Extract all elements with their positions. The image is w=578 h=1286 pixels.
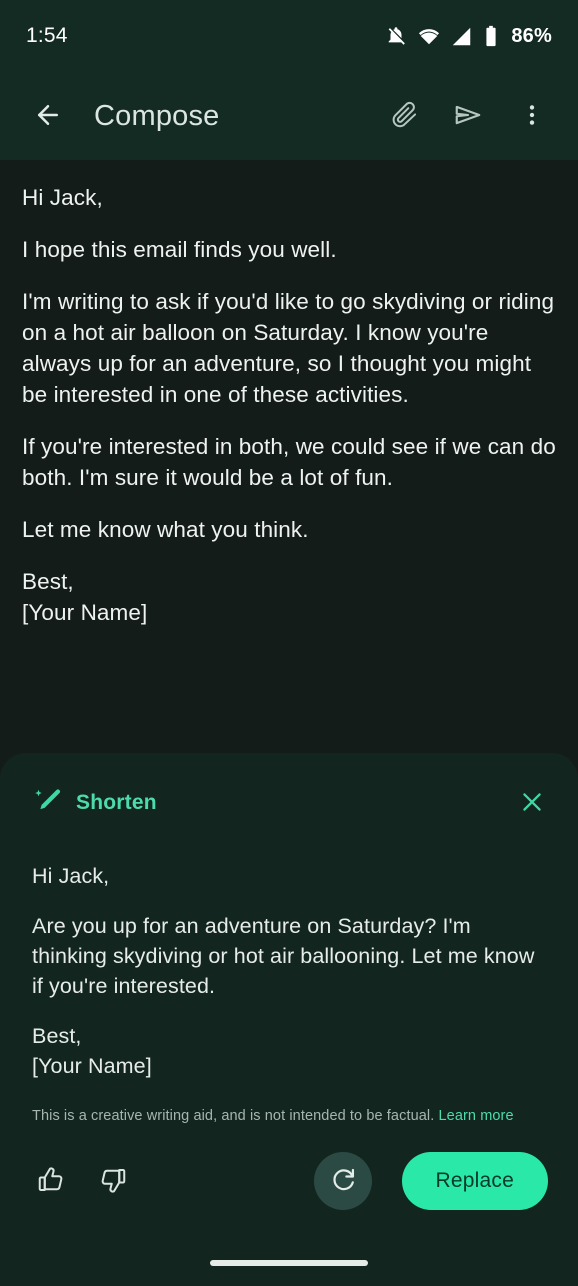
status-bar: 1:54 <box>0 0 578 72</box>
status-time: 1:54 <box>26 24 68 48</box>
suggestion-signature: [Your Name] <box>32 1051 546 1081</box>
email-paragraph: If you're interested in both, we could s… <box>22 431 556 493</box>
email-signoff: Best, <box>22 566 556 597</box>
replace-button[interactable]: Replace <box>402 1152 548 1210</box>
email-signature-block: Best, [Your Name] <box>22 566 556 628</box>
wifi-icon <box>418 25 440 47</box>
overflow-menu-icon <box>519 102 545 131</box>
disclaimer-text: This is a creative writing aid, and is n… <box>32 1108 438 1124</box>
app-bar-actions <box>380 92 556 140</box>
arrow-back-icon <box>33 100 63 133</box>
home-indicator[interactable] <box>210 1260 368 1266</box>
email-paragraph: Let me know what you think. <box>22 514 556 545</box>
suggestion-body: Are you up for an adventure on Saturday?… <box>32 911 546 1001</box>
compose-screen: 1:54 <box>0 0 578 1286</box>
refresh-icon <box>329 1166 357 1197</box>
back-button[interactable] <box>24 92 72 140</box>
close-button[interactable] <box>512 783 552 823</box>
regenerate-button[interactable] <box>314 1152 372 1210</box>
app-bar: Compose <box>0 72 578 160</box>
more-options-button[interactable] <box>508 92 556 140</box>
email-paragraph: Hi Jack, <box>22 182 556 213</box>
sheet-title: Shorten <box>76 791 157 815</box>
notifications-off-icon <box>385 25 407 47</box>
thumbs-up-button[interactable] <box>26 1156 76 1206</box>
shorten-suggestion-sheet: Shorten Hi Jack, Are you up for an adven… <box>0 753 578 1240</box>
status-icons: 86% <box>385 25 552 48</box>
send-icon <box>453 100 483 133</box>
attach-button[interactable] <box>380 92 428 140</box>
battery-icon <box>483 25 499 47</box>
battery-percent: 86% <box>511 25 552 48</box>
thumb-up-icon <box>36 1165 66 1198</box>
email-paragraph: I hope this email finds you well. <box>22 234 556 265</box>
suggestion-signoff: Best, <box>32 1021 546 1051</box>
learn-more-link[interactable]: Learn more <box>438 1108 513 1124</box>
email-signature: [Your Name] <box>22 597 556 628</box>
thumbs-down-button[interactable] <box>88 1156 138 1206</box>
send-button[interactable] <box>444 92 492 140</box>
suggestion-greeting: Hi Jack, <box>32 861 546 891</box>
paperclip-icon <box>390 101 418 132</box>
suggestion-content: Hi Jack, Are you up for an adventure on … <box>0 823 578 1081</box>
close-icon <box>519 789 545 818</box>
system-navigation-bar <box>0 1240 578 1286</box>
disclaimer: This is a creative writing aid, and is n… <box>0 1081 578 1126</box>
sheet-actions: Replace <box>0 1126 578 1240</box>
magic-wand-icon <box>32 786 62 821</box>
page-title: Compose <box>94 100 220 133</box>
cellular-signal-icon <box>451 26 472 47</box>
suggestion-signature-block: Best, [Your Name] <box>32 1021 546 1081</box>
sheet-header: Shorten <box>0 753 578 823</box>
email-paragraph: I'm writing to ask if you'd like to go s… <box>22 286 556 410</box>
thumb-down-icon <box>98 1165 128 1198</box>
